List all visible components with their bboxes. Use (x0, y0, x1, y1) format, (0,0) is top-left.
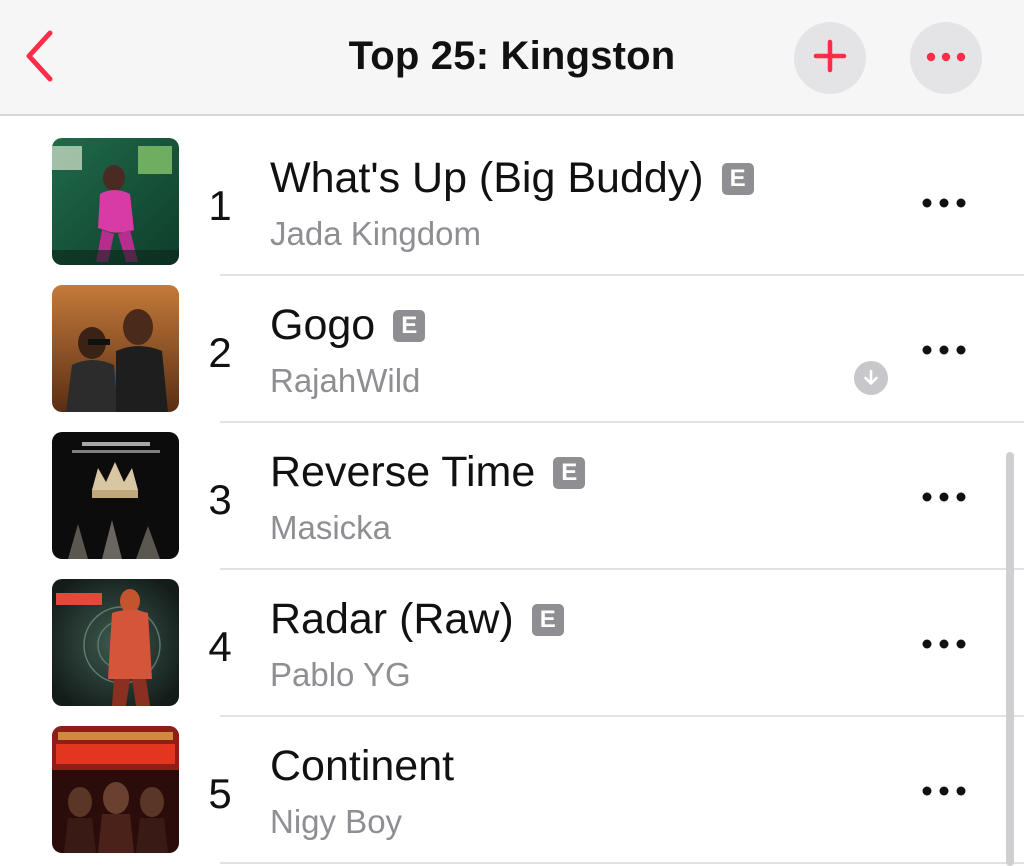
track-rank: 3 (208, 476, 232, 523)
track-row[interactable]: 3 Reverse Time E Masicka (0, 412, 1024, 559)
track-title-line: What's Up (Big Buddy) E (270, 154, 754, 203)
track-more-button[interactable] (912, 625, 976, 665)
navigation-bar: Top 25: Kingston (0, 0, 1024, 116)
row-divider (220, 862, 1024, 864)
ellipsis-icon (922, 783, 966, 801)
track-title: Continent (270, 742, 455, 790)
add-button[interactable] (794, 22, 866, 94)
plus-icon (813, 39, 847, 78)
track-row[interactable]: 5 Continent Nigy Boy (0, 706, 1024, 853)
album-artwork (52, 138, 179, 265)
track-more-button[interactable] (912, 331, 976, 371)
track-row[interactable]: 1 What's Up (Big Buddy) E Jada Kingdom (0, 118, 1024, 265)
track-artist: Pablo YG (270, 656, 411, 693)
track-row[interactable]: 4 Radar (Raw) E Pablo YG (0, 559, 1024, 706)
track-artist: Jada Kingdom (270, 215, 481, 252)
explicit-badge: E (553, 456, 586, 489)
album-artwork (52, 579, 179, 706)
track-title-line: Continent (270, 742, 454, 791)
ellipsis-icon (922, 636, 966, 654)
page-title: Top 25: Kingston (348, 34, 676, 78)
track-rank: 4 (208, 623, 232, 670)
scrollbar[interactable] (1006, 452, 1014, 866)
track-rank: 2 (208, 329, 232, 376)
album-artwork (52, 432, 179, 559)
track-more-button[interactable] (912, 478, 976, 518)
track-title: What's Up (Big Buddy) (270, 154, 704, 202)
album-artwork (52, 285, 179, 412)
track-more-button[interactable] (912, 184, 976, 224)
explicit-badge: E (721, 162, 754, 195)
track-more-button[interactable] (912, 772, 976, 812)
track-title: Reverse Time (270, 448, 536, 496)
explicit-badge: E (393, 309, 426, 342)
track-rank: 5 (208, 770, 232, 817)
ellipsis-icon (926, 49, 966, 67)
track-artist: RajahWild (270, 362, 421, 399)
track-title-line: Gogo E (270, 301, 426, 350)
track-artist: Nigy Boy (270, 803, 403, 840)
downloaded-icon (854, 361, 888, 395)
track-title: Gogo (270, 301, 376, 349)
album-artwork (52, 726, 179, 853)
ellipsis-icon (922, 489, 966, 507)
track-title-line: Reverse Time E (270, 448, 586, 497)
explicit-badge: E (531, 603, 564, 636)
ellipsis-icon (922, 342, 966, 360)
ellipsis-icon (922, 195, 966, 213)
track-artist: Masicka (270, 509, 392, 546)
track-rank: 1 (208, 182, 232, 229)
more-options-button[interactable] (910, 22, 982, 94)
track-title-line: Radar (Raw) E (270, 595, 564, 644)
track-title: Radar (Raw) (270, 595, 514, 643)
